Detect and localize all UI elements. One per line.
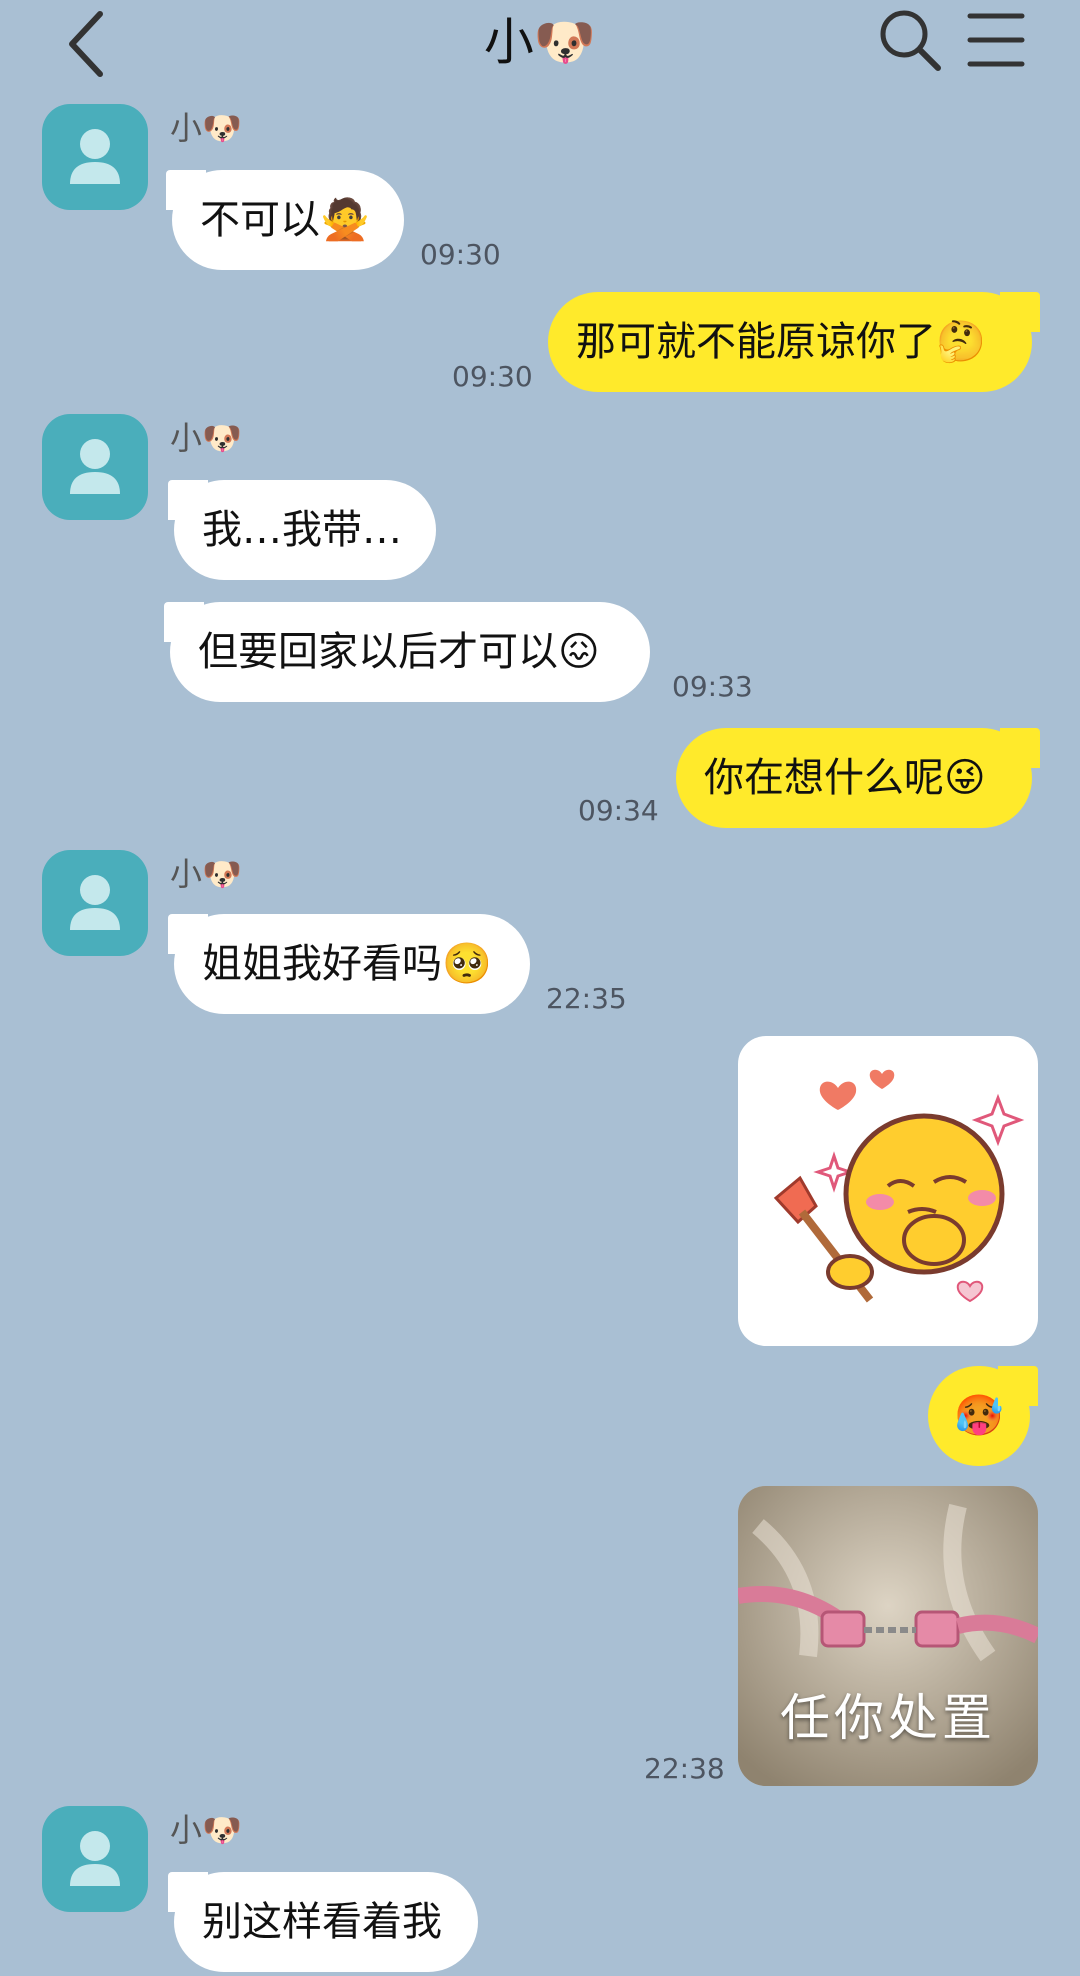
- message-bubble-incoming[interactable]: 不可以🙅: [166, 170, 404, 270]
- message-bubble-incoming[interactable]: 但要回家以后才可以😖: [164, 602, 650, 702]
- message-time: 22:38: [644, 1752, 725, 1785]
- message-time: 09:34: [578, 794, 659, 827]
- contact-avatar[interactable]: [42, 1806, 148, 1912]
- message-text: 别这样看着我: [202, 1899, 442, 1945]
- sender-name: 小🐶: [170, 109, 242, 147]
- message-time: 09:30: [452, 360, 533, 393]
- message-text: 那可就不能原谅你了🤔: [576, 319, 986, 365]
- message-text: 但要回家以后才可以😖: [198, 629, 600, 675]
- menu-button[interactable]: [966, 10, 1026, 70]
- message-time: 09:33: [672, 670, 753, 703]
- message-bubble-incoming[interactable]: 姐姐我好看吗🥺: [168, 914, 530, 1014]
- sender-name: 小🐶: [170, 855, 242, 893]
- message-bubble-outgoing[interactable]: 🥵: [928, 1366, 1038, 1466]
- message-bubble-outgoing[interactable]: 你在想什么呢😜: [676, 728, 1040, 828]
- message-bubble-outgoing[interactable]: 那可就不能原谅你了🤔: [548, 292, 1040, 392]
- message-text: 姐姐我好看吗🥺: [202, 941, 492, 987]
- person-icon: [70, 875, 120, 930]
- search-icon: [880, 10, 941, 71]
- message-text: 🥵: [954, 1393, 1004, 1439]
- blushing-emoji-sticker-icon: [773, 1069, 1025, 1303]
- message-bubble-incoming[interactable]: 我…我带…: [168, 480, 436, 580]
- sticker-caption: 任你处置: [780, 1689, 996, 1747]
- message-time: 22:35: [546, 982, 627, 1015]
- sticker-image[interactable]: 任你处置: [738, 1486, 1038, 1786]
- person-icon: [70, 439, 120, 494]
- chat-header: 小🐶: [0, 0, 1080, 90]
- hamburger-menu-icon: [967, 13, 1025, 67]
- person-icon: [70, 1831, 120, 1886]
- message-text: 你在想什么呢😜: [704, 755, 986, 801]
- contact-avatar[interactable]: [42, 414, 148, 520]
- message-text: 不可以🙅: [200, 197, 370, 243]
- message-time: 09:30: [420, 238, 501, 271]
- message-bubble-incoming[interactable]: 别这样看着我: [168, 1872, 478, 1972]
- contact-avatar[interactable]: [42, 850, 148, 956]
- person-icon: [70, 129, 120, 184]
- search-button[interactable]: [878, 8, 942, 72]
- contact-avatar[interactable]: [42, 104, 148, 210]
- sticker-image[interactable]: [738, 1036, 1038, 1346]
- sender-name: 小🐶: [170, 419, 242, 457]
- message-text: 我…我带…: [202, 507, 402, 553]
- sender-name: 小🐶: [170, 1811, 242, 1849]
